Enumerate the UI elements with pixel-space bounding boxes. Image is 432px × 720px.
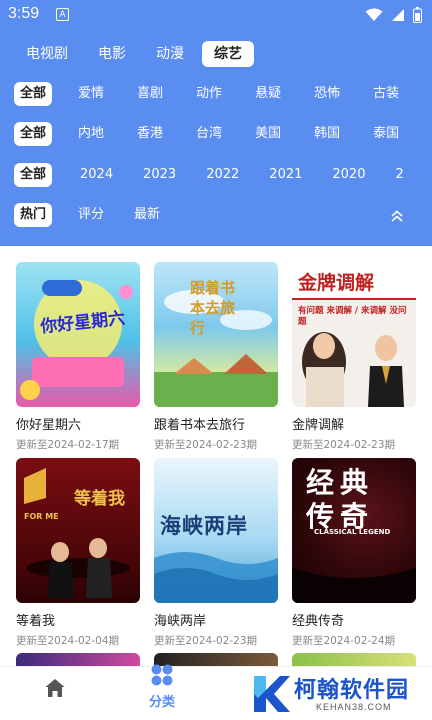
filter-year-2023[interactable]: 2023 <box>143 163 176 187</box>
filter-region-taiwan[interactable]: 台湾 <box>196 122 222 146</box>
status-icons <box>365 6 422 24</box>
show-poster-peek[interactable] <box>292 653 416 667</box>
filter-genre-action[interactable]: 动作 <box>196 82 222 106</box>
filter-row-year: 全部 2024 2023 2022 2021 2020 2 <box>14 163 432 189</box>
show-update: 更新至2024-02-04期 <box>16 635 120 647</box>
status-bar: 3:59 A <box>0 0 432 30</box>
category-tabs: 电视剧 电影 动漫 综艺 <box>14 40 260 68</box>
filter-genre-mystery[interactable]: 悬疑 <box>255 82 281 106</box>
nav-category[interactable]: 分类 <box>140 663 184 710</box>
sort-rating[interactable]: 评分 <box>78 203 104 227</box>
show-title: 金牌调解 <box>292 418 345 433</box>
show-title: 海峡两岸 <box>154 614 207 629</box>
filter-row-sort: 热门 评分 最新 <box>14 203 432 229</box>
filter-region-thailand[interactable]: 泰国 <box>373 122 399 146</box>
notification-a-icon: A <box>56 8 69 21</box>
filter-genre-horror[interactable]: 恐怖 <box>314 82 340 106</box>
battery-icon <box>413 7 422 23</box>
show-card[interactable]: 经典传奇 CLASSICAL LEGEND 经典传奇 更新至2024-02-24… <box>292 458 416 648</box>
show-update: 更新至2024-02-23期 <box>292 439 396 451</box>
filter-region-korea[interactable]: 韩国 <box>314 122 340 146</box>
poster-title: 跟着书本去旅行 <box>190 279 236 337</box>
watermark-subtitle: KEHAN38.COM <box>316 702 392 712</box>
filter-row-genre: 全部 爱情 喜剧 动作 悬疑 恐怖 古装 <box>14 82 432 108</box>
site-watermark: 柯翰软件园 KEHAN38.COM <box>250 670 432 718</box>
show-update: 更新至2024-02-24期 <box>292 635 396 647</box>
show-update: 更新至2024-02-23期 <box>154 439 258 451</box>
filter-year-2020[interactable]: 2020 <box>332 163 365 187</box>
filter-region-mainland[interactable]: 内地 <box>78 122 104 146</box>
tab-anime[interactable]: 动漫 <box>144 41 196 67</box>
collapse-chevron-icon[interactable] <box>388 207 406 225</box>
filter-region-all[interactable]: 全部 <box>14 122 53 146</box>
home-icon <box>45 679 65 697</box>
filter-region-hongkong[interactable]: 香港 <box>137 122 163 146</box>
show-title: 你好星期六 <box>16 418 82 433</box>
filter-genre-costume[interactable]: 古装 <box>373 82 399 106</box>
show-poster[interactable]: 海峡两岸 <box>154 458 278 603</box>
sort-latest[interactable]: 最新 <box>134 203 160 227</box>
watermark-logo-icon <box>254 676 290 712</box>
status-time: 3:59 <box>8 5 40 22</box>
filter-region-usa[interactable]: 美国 <box>255 122 281 146</box>
filter-year-2021[interactable]: 2021 <box>269 163 302 187</box>
poster-title: 经典传奇 <box>306 466 375 533</box>
show-poster[interactable]: 金牌调解 有问题 来调解 / 来调解 没问题 <box>292 262 416 407</box>
filter-genre-comedy[interactable]: 喜剧 <box>137 82 163 106</box>
nav-home[interactable] <box>40 677 70 703</box>
wifi-icon <box>365 8 383 21</box>
show-poster[interactable]: 你好星期六 <box>16 262 140 407</box>
sort-popular[interactable]: 热门 <box>14 203 53 227</box>
category-icon <box>151 664 173 686</box>
poster-title: 海峡两岸 <box>160 513 248 538</box>
filter-row-region: 全部 内地 香港 台湾 美国 韩国 泰国 <box>14 122 432 148</box>
show-title: 等着我 <box>16 614 56 629</box>
tab-tv-series[interactable]: 电视剧 <box>14 41 80 67</box>
poster-subtitle: 有问题 来调解 / 来调解 没问题 <box>298 306 407 327</box>
show-update: 更新至2024-02-17期 <box>16 439 120 451</box>
tab-movies[interactable]: 电影 <box>86 41 138 67</box>
poster-art <box>24 468 130 598</box>
poster-title: 等着我 <box>74 489 125 509</box>
filter-year-all[interactable]: 全部 <box>14 163 53 187</box>
filter-year-partial[interactable]: 2 <box>395 163 403 187</box>
show-update: 更新至2024-02-23期 <box>154 635 258 647</box>
poster-subtitle: CLASSICAL LEGEND <box>314 528 391 536</box>
show-card[interactable]: 金牌调解 有问题 来调解 / 来调解 没问题 金牌调解 更新至2024-02-2… <box>292 262 416 452</box>
filter-year-2022[interactable]: 2022 <box>206 163 239 187</box>
poster-title: 金牌调解 <box>298 272 375 294</box>
show-card[interactable]: 跟着书本去旅行 跟着书本去旅行 更新至2024-02-23期 <box>154 262 278 452</box>
show-title: 经典传奇 <box>292 614 345 629</box>
filter-genre-all[interactable]: 全部 <box>14 82 53 106</box>
filter-year-2024[interactable]: 2024 <box>80 163 113 187</box>
show-poster[interactable]: 跟着书本去旅行 <box>154 262 278 407</box>
show-title: 跟着书本去旅行 <box>154 418 246 433</box>
poster-art <box>20 280 133 400</box>
signal-icon <box>392 9 404 21</box>
watermark-title: 柯翰软件园 <box>294 678 410 703</box>
show-card[interactable]: 你好星期六 你好星期六 更新至2024-02-17期 <box>16 262 140 452</box>
tab-variety[interactable]: 综艺 <box>202 41 254 67</box>
show-poster[interactable]: 经典传奇 CLASSICAL LEGEND <box>292 458 416 603</box>
show-poster[interactable]: 等着我 FOR ME <box>16 458 140 603</box>
show-poster-peek[interactable] <box>16 653 140 667</box>
header: 3:59 A 电视剧 电影 动漫 综艺 全部 爱情 喜剧 动作 悬疑 恐怖 古装 全部 内地香… <box>0 0 432 246</box>
nav-category-label: 分类 <box>148 695 175 710</box>
filter-genre-romance[interactable]: 爱情 <box>78 82 104 106</box>
poster-subtitle: FOR ME <box>24 512 59 521</box>
show-card[interactable]: 海峡两岸 海峡两岸 更新至2024-02-23期 <box>154 458 278 648</box>
show-card[interactable]: 等着我 FOR ME 等着我 更新至2024-02-04期 <box>16 458 140 648</box>
